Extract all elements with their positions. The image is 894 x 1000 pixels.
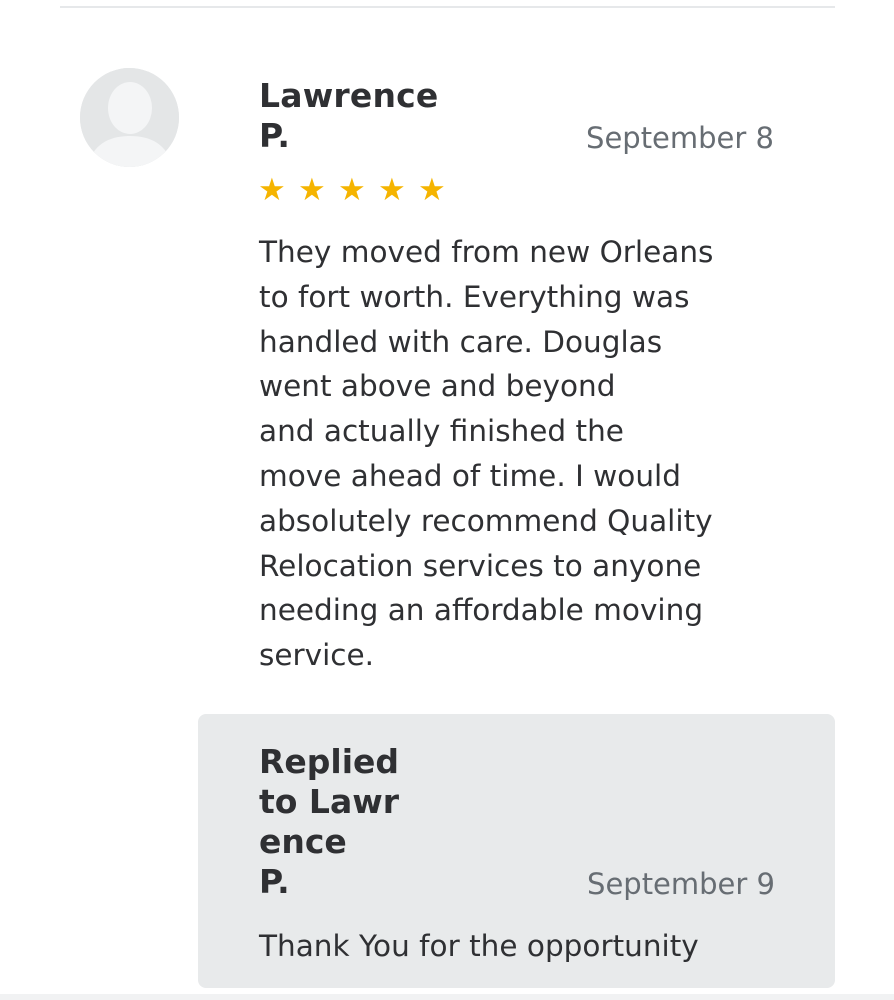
bottom-divider [0, 994, 894, 1000]
review-date: September 8 [586, 121, 774, 155]
star-icon: ★ [338, 172, 366, 208]
star-icon: ★ [418, 172, 446, 208]
star-icon: ★ [258, 172, 286, 208]
star-icon: ★ [378, 172, 406, 208]
default-user-avatar-icon [80, 68, 179, 167]
review-text: They moved from new Orleans to fort wort… [259, 235, 714, 673]
reviewer-name: Lawrence P. [259, 76, 439, 155]
avatar [80, 68, 179, 167]
business-reply: Replied to Lawr ence P. September 9 Than… [198, 714, 835, 988]
star-rating: ★ ★ ★ ★ ★ [258, 172, 448, 208]
reply-title: Replied to Lawr ence P. [259, 742, 400, 901]
star-icon: ★ [298, 172, 326, 208]
reply-date: September 9 [587, 867, 775, 901]
reply-text: Thank You for the opportunity [259, 929, 699, 963]
top-divider [60, 6, 835, 8]
